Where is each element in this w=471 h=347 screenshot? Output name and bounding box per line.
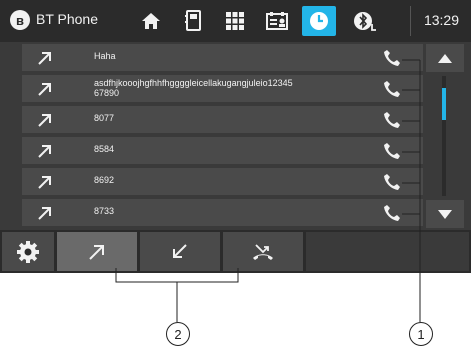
bluetooth-icon: ʙ: [10, 10, 30, 30]
call-name: Haha: [94, 51, 116, 61]
top-bar-divider: [410, 6, 411, 36]
scrollbar-track[interactable]: [442, 76, 446, 196]
call-row[interactable]: 8077: [22, 106, 423, 133]
contacts-card-icon[interactable]: [260, 6, 294, 36]
call-name: 8692: [94, 175, 115, 185]
scrollbar-thumb[interactable]: [442, 88, 446, 120]
home-icon[interactable]: [134, 6, 168, 36]
scroll-down-button[interactable]: [426, 200, 464, 228]
keypad-icon[interactable]: [218, 6, 252, 36]
call-row[interactable]: 8733: [22, 199, 423, 226]
tab-incoming-calls[interactable]: [140, 232, 220, 271]
phone-screen: ʙ BT Phone 13:29 Haha asdfhjkooojhgfhhfh…: [0, 0, 471, 273]
call-row[interactable]: 8584: [22, 137, 423, 164]
phonebook-icon[interactable]: [176, 6, 210, 36]
outgoing-arrow-icon: [38, 52, 51, 65]
callout-marker-2: 2: [166, 322, 190, 346]
bluetooth-settings-icon[interactable]: [348, 6, 382, 36]
triangle-down-icon: [438, 209, 452, 219]
call-name: asdfhjkooojhgfhhfhggggleicellakugangjule…: [94, 78, 293, 98]
call-row[interactable]: 8692: [22, 168, 423, 195]
clock: 13:29: [423, 12, 459, 28]
outgoing-calls-icon: [89, 244, 104, 260]
top-bar: ʙ BT Phone 13:29: [0, 0, 471, 42]
phone-call-icon[interactable]: [383, 49, 401, 67]
missed-calls-icon: [253, 243, 273, 260]
phone-call-icon[interactable]: [383, 80, 401, 98]
outgoing-arrow-icon: [38, 207, 51, 220]
call-row[interactable]: asdfhjkooojhgfhhfhggggleicellakugangjule…: [22, 75, 423, 102]
phone-call-icon[interactable]: [383, 173, 401, 191]
call-list: Haha asdfhjkooojhgfhhfhggggleicellakugan…: [22, 44, 423, 228]
callout-marker-1: 1: [409, 322, 433, 346]
call-row[interactable]: Haha: [22, 44, 423, 71]
settings-gear-icon: [17, 240, 39, 263]
call-history-icon[interactable]: [302, 6, 336, 36]
app-title: BT Phone: [36, 11, 99, 27]
phone-call-icon[interactable]: [383, 142, 401, 160]
outgoing-arrow-icon: [38, 176, 51, 189]
tab-outgoing-calls[interactable]: [57, 232, 137, 271]
phone-call-icon[interactable]: [383, 204, 401, 222]
tab-empty: [306, 232, 469, 271]
phone-call-icon[interactable]: [383, 111, 401, 129]
call-name: 8733: [94, 206, 115, 216]
call-name: 8077: [94, 113, 115, 123]
outgoing-arrow-icon: [38, 114, 51, 127]
outgoing-arrow-icon: [38, 83, 51, 96]
incoming-calls-icon: [173, 243, 187, 258]
scroll-up-button[interactable]: [426, 44, 464, 72]
call-name: 8584: [94, 144, 115, 154]
outgoing-arrow-icon: [38, 145, 51, 158]
settings-tab[interactable]: [2, 232, 54, 271]
bottom-tab-bar: [0, 230, 471, 273]
triangle-up-icon: [438, 53, 452, 63]
tab-missed-calls[interactable]: [223, 232, 303, 271]
